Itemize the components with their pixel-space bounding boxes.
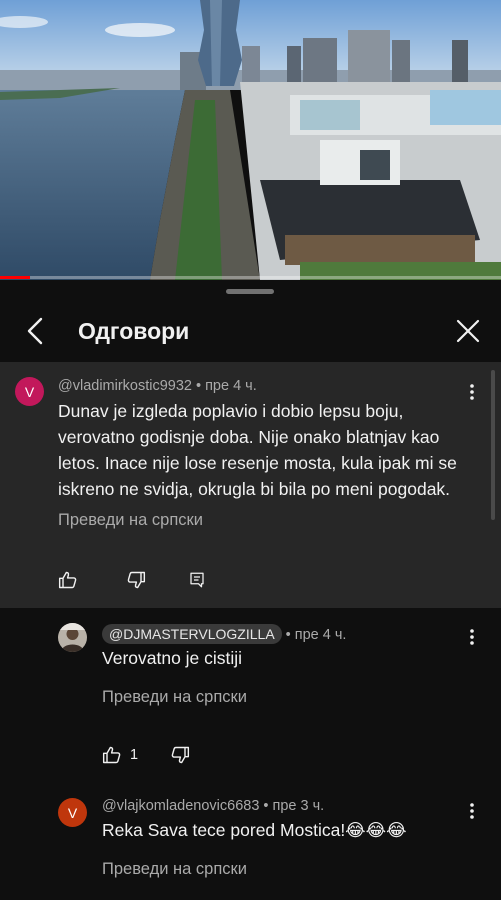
comment-time: пре 3 ч. [272, 798, 325, 814]
comment-text: Reka Sava tece pored Mostica!😂😂😂 [102, 820, 407, 840]
comment-time: пре 4 ч. [294, 627, 347, 643]
comment-text: Dunav je izgleda poplavio i dobio lepsu … [58, 398, 478, 502]
close-icon [456, 319, 480, 343]
profile-photo-icon [58, 623, 87, 652]
translate-link[interactable]: Преведи на српски [102, 860, 247, 879]
comment-author[interactable]: @vlajkomladenovic6683 [102, 798, 259, 814]
thumbs-up-icon [58, 571, 77, 589]
comment-text: Verovatno je cistiji [102, 648, 243, 668]
video-progress-fill [0, 276, 31, 279]
comment-meta: @DJMASTERVLOGZILLA • пре 4 ч. [102, 624, 346, 644]
comment-line: verovatno godisnje doba. Nije onako blat… [58, 427, 440, 447]
avatar[interactable] [58, 623, 87, 652]
comment-line: iskreno ne svidja, okrugla bi bila po me… [58, 479, 451, 499]
like-button[interactable]: 1 [102, 742, 138, 768]
translate-link[interactable]: Преведи на српски [58, 511, 203, 530]
comment-time: пре 4 ч. [205, 378, 257, 394]
dislike-button[interactable] [170, 742, 190, 768]
avatar[interactable]: V [15, 377, 44, 406]
dislike-button[interactable] [126, 567, 146, 593]
panel-header: Одговори [0, 302, 501, 360]
back-button[interactable] [18, 312, 52, 350]
page-title: Одговори [78, 318, 190, 344]
like-button[interactable] [58, 567, 78, 593]
video-progress-bar[interactable] [0, 276, 501, 279]
translate-link[interactable]: Преведи на српски [102, 688, 247, 707]
avatar[interactable]: V [58, 798, 87, 827]
creator-handle-chip[interactable]: @DJMASTERVLOGZILLA [102, 624, 282, 644]
video-player[interactable] [0, 0, 501, 280]
more-vert-icon [470, 803, 474, 819]
meta-separator: • [196, 378, 202, 394]
more-vert-icon [470, 629, 474, 645]
scrollbar[interactable] [491, 370, 495, 520]
chevron-left-icon [27, 317, 43, 345]
meta-separator: • [263, 798, 269, 814]
comment-icon [190, 572, 204, 588]
close-button[interactable] [450, 312, 486, 350]
comment-line: Dunav je izgleda poplavio i dobio lepsu … [58, 401, 404, 421]
video-frame [0, 0, 501, 280]
meta-separator: • [285, 627, 291, 643]
reply-button[interactable] [188, 567, 206, 593]
comment-menu-button[interactable] [462, 624, 482, 650]
thumbs-up-icon [102, 746, 121, 764]
like-count: 1 [130, 747, 139, 763]
replies-panel: Одговори V @vladimirkostic9932 • пре 4 ч. … [0, 280, 501, 900]
thumbs-down-icon [127, 571, 146, 589]
comment-author[interactable]: @vladimirkostic9932 [58, 378, 192, 394]
drag-handle[interactable] [226, 289, 274, 294]
comment-menu-button[interactable] [462, 798, 482, 824]
comment-meta: @vlajkomladenovic6683 • пре 3 ч. [102, 798, 324, 814]
comment-meta: @vladimirkostic9932 • пре 4 ч. [58, 378, 257, 394]
comment-line: letos. Inace nije lose resenje mosta, ku… [58, 453, 457, 473]
parent-comment: V @vladimirkostic9932 • пре 4 ч. Dunav je … [0, 362, 501, 608]
thumbs-down-icon [171, 746, 190, 764]
